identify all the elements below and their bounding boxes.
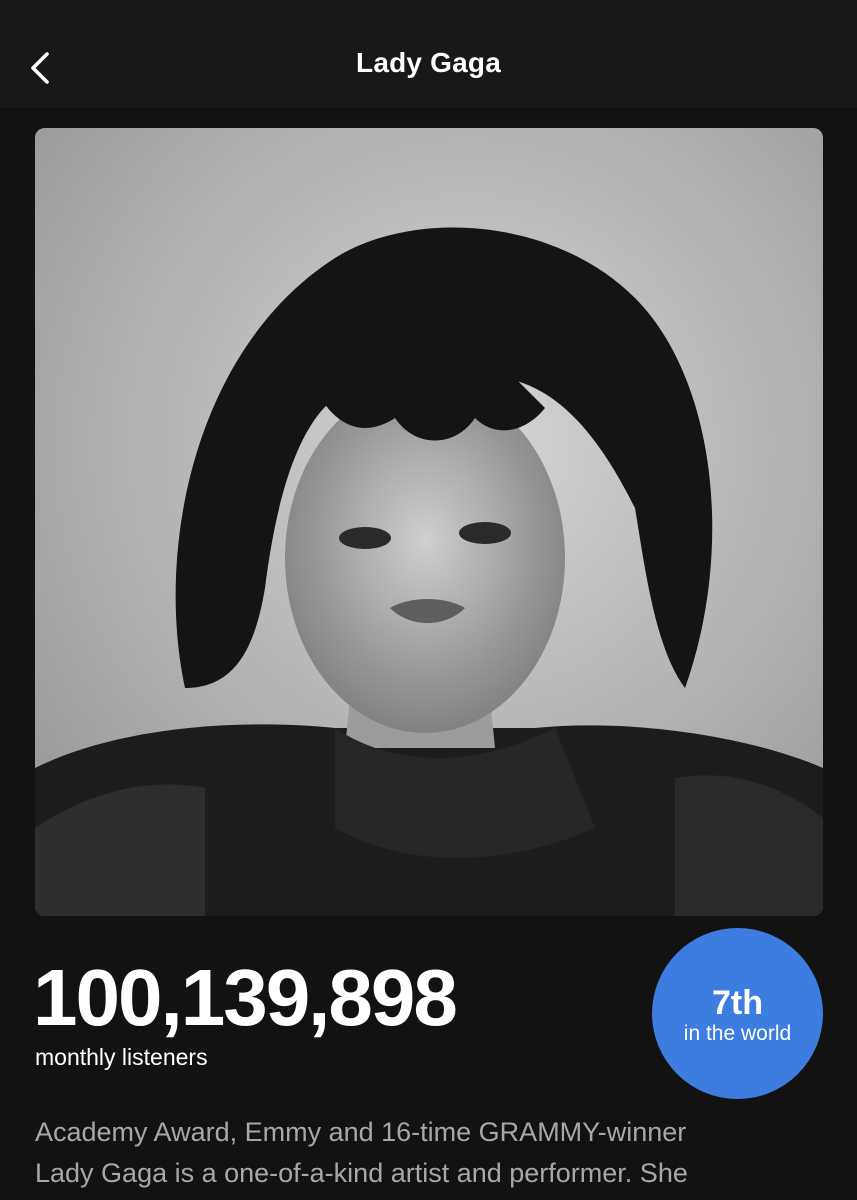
- page-title: Lady Gaga: [356, 47, 501, 78]
- artist-photo: [35, 128, 823, 916]
- artist-bio[interactable]: Academy Award, Emmy and 16-time GRAMMY-w…: [35, 1112, 825, 1194]
- world-rank-value: 7th: [712, 984, 763, 1022]
- artist-bio-line: Academy Award, Emmy and 16-time GRAMMY-w…: [35, 1117, 687, 1147]
- world-rank-badge: 7th in the world: [652, 928, 823, 1099]
- top-bar: Lady Gaga: [0, 0, 857, 108]
- monthly-listeners-label: monthly listeners: [35, 1044, 208, 1070]
- artist-bio-line: Lady Gaga is a one-of-a-kind artist and …: [35, 1158, 688, 1188]
- monthly-listeners-count: 100,139,898: [33, 953, 458, 1042]
- world-rank-label: in the world: [683, 1022, 792, 1045]
